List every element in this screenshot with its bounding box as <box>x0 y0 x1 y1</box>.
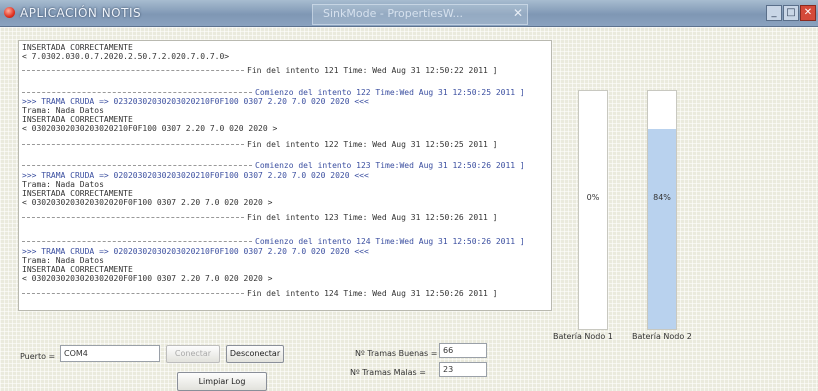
log-separator <box>22 293 244 294</box>
close-button[interactable]: ✕ <box>800 5 816 21</box>
good-frames-field[interactable]: 66 <box>439 343 487 358</box>
log-line: INSERTADA CORRECTAMENTE <box>22 115 133 124</box>
foreground-window-title-bar[interactable]: SinkMode - PropertiesW... ✕ <box>312 4 528 25</box>
log-line: >>> TRAMA CRUDA => 02020302030203020210F… <box>22 247 369 256</box>
battery-percent-node-1: 0% <box>586 193 600 202</box>
maximize-button[interactable]: □ <box>783 5 799 21</box>
log-separator <box>22 165 252 166</box>
foreground-window-title: SinkMode - PropertiesW... <box>323 7 464 20</box>
good-frames-label: Nº Tramas Buenas = <box>355 349 438 358</box>
log-line: >>> TRAMA CRUDA => 02320302030203020210F… <box>22 97 369 106</box>
battery-label-node-2: Batería Nodo 2 <box>632 332 692 341</box>
window-title: APLICACIÓN NOTIS <box>20 6 142 20</box>
minimize-button[interactable]: _ <box>766 5 782 21</box>
title-bar: APLICACIÓN NOTIS SinkMode - PropertiesW.… <box>0 0 818 27</box>
log-line: Comienzo del intento 124 Time:Wed Aug 31… <box>255 237 525 246</box>
log-line: Fin del intento 123 Time: Wed Aug 31 12:… <box>247 213 498 222</box>
log-separator <box>22 217 244 218</box>
connect-button[interactable]: Conectar <box>166 345 220 363</box>
log-line: INSERTADA CORRECTAMENTE <box>22 189 133 198</box>
bad-frames-label: Nº Tramas Malas = <box>350 368 426 377</box>
log-separator <box>22 70 244 71</box>
log-line: Comienzo del intento 122 Time:Wed Aug 31… <box>255 88 525 97</box>
log-line: >>> TRAMA CRUDA => 02020302030203020210F… <box>22 171 369 180</box>
battery-percent-node-2: 84% <box>653 193 671 202</box>
port-field[interactable]: COM4 <box>60 345 160 362</box>
port-label: Puerto = <box>20 352 56 361</box>
log-line: Trama: Nada Datos <box>22 180 104 189</box>
log-line: INSERTADA CORRECTAMENTE <box>22 43 133 52</box>
log-line: < 03020302030203020210F0F100 0307 2.20 7… <box>22 124 278 133</box>
log-separator <box>22 144 244 145</box>
disconnect-button[interactable]: Desconectar <box>226 345 284 363</box>
log-line: Fin del intento 124 Time: Wed Aug 31 12:… <box>247 289 498 298</box>
log-line: < 7.0302.030.0.7.2020.2.50.7.2.020.7.0.7… <box>22 52 230 61</box>
battery-fill-node-2 <box>648 129 676 329</box>
bad-frames-field[interactable]: 23 <box>439 362 487 377</box>
app-icon <box>4 7 15 18</box>
log-line: Fin del intento 122 Time: Wed Aug 31 12:… <box>247 140 498 149</box>
log-line: < 0302030203020302020F0F100 0307 2.20 7.… <box>22 198 273 207</box>
log-line: Comienzo del intento 123 Time:Wed Aug 31… <box>255 161 525 170</box>
battery-label-node-1: Batería Nodo 1 <box>553 332 613 341</box>
log-line: Trama: Nada Datos <box>22 106 104 115</box>
main-panel: INSERTADA CORRECTAMENTE < 7.0302.030.0.7… <box>0 27 818 391</box>
foreground-close-icon[interactable]: ✕ <box>513 6 523 20</box>
battery-gauge-node-1: 0% <box>578 90 608 330</box>
log-line: Trama: Nada Datos <box>22 256 104 265</box>
log-separator <box>22 92 252 93</box>
log-line: INSERTADA CORRECTAMENTE <box>22 265 133 274</box>
battery-gauge-node-2: 84% <box>647 90 677 330</box>
clear-log-button[interactable]: Limpiar Log <box>177 372 267 391</box>
log-line: < 0302030203020302020F0F100 0307 2.20 7.… <box>22 274 273 283</box>
log-line: Fin del intento 121 Time: Wed Aug 31 12:… <box>247 66 498 75</box>
log-separator <box>22 241 252 242</box>
log-textarea[interactable]: INSERTADA CORRECTAMENTE < 7.0302.030.0.7… <box>18 40 552 311</box>
